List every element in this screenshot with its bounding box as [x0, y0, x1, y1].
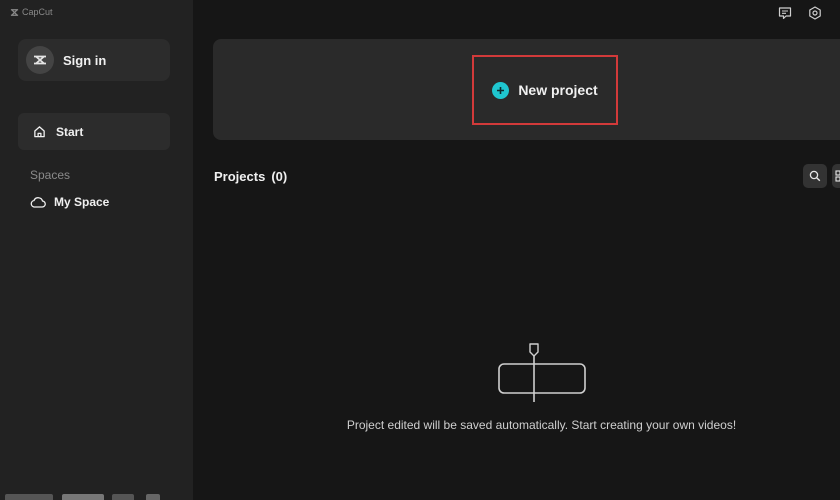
sidebar-item-label: My Space: [54, 195, 110, 209]
thumbnail: [146, 494, 160, 500]
plus-icon: [492, 81, 510, 99]
search-icon: [809, 170, 821, 182]
projects-label: Projects: [214, 169, 266, 184]
sign-in-button[interactable]: Sign in: [18, 39, 170, 81]
new-project-button[interactable]: New project: [472, 55, 618, 125]
app-title-text: CapCut: [22, 7, 53, 17]
search-button[interactable]: [803, 164, 827, 188]
cloud-icon: [30, 197, 46, 208]
top-toolbar: [778, 6, 822, 20]
grid-view-icon[interactable]: [832, 164, 840, 188]
thumbnail: [112, 494, 134, 500]
sidebar-item-label: Start: [56, 124, 84, 139]
feedback-icon[interactable]: [778, 6, 792, 20]
sidebar-item-start[interactable]: Start: [18, 113, 170, 150]
new-project-label: New project: [518, 82, 598, 98]
sign-in-label: Sign in: [63, 52, 107, 68]
empty-timeline-illustration: [498, 343, 586, 402]
thumbnail: [62, 494, 104, 500]
sidebar-item-my-space[interactable]: My Space: [30, 195, 109, 209]
home-icon: [34, 126, 45, 138]
capcut-logo-icon: [34, 55, 46, 65]
avatar: [26, 46, 54, 74]
thumbnail: [5, 494, 53, 500]
sidebar: CapCut Sign in Start Spaces My Space: [0, 0, 193, 500]
empty-projects-message: Project edited will be saved automatical…: [346, 418, 737, 432]
sidebar-thumbnail-strip: [0, 494, 193, 500]
settings-icon[interactable]: [808, 6, 822, 20]
capcut-logo-icon: [10, 8, 19, 16]
projects-heading: Projects (0): [214, 169, 287, 184]
spaces-heading: Spaces: [30, 168, 71, 182]
projects-count: (0): [271, 169, 288, 184]
app-title: CapCut: [10, 7, 53, 17]
